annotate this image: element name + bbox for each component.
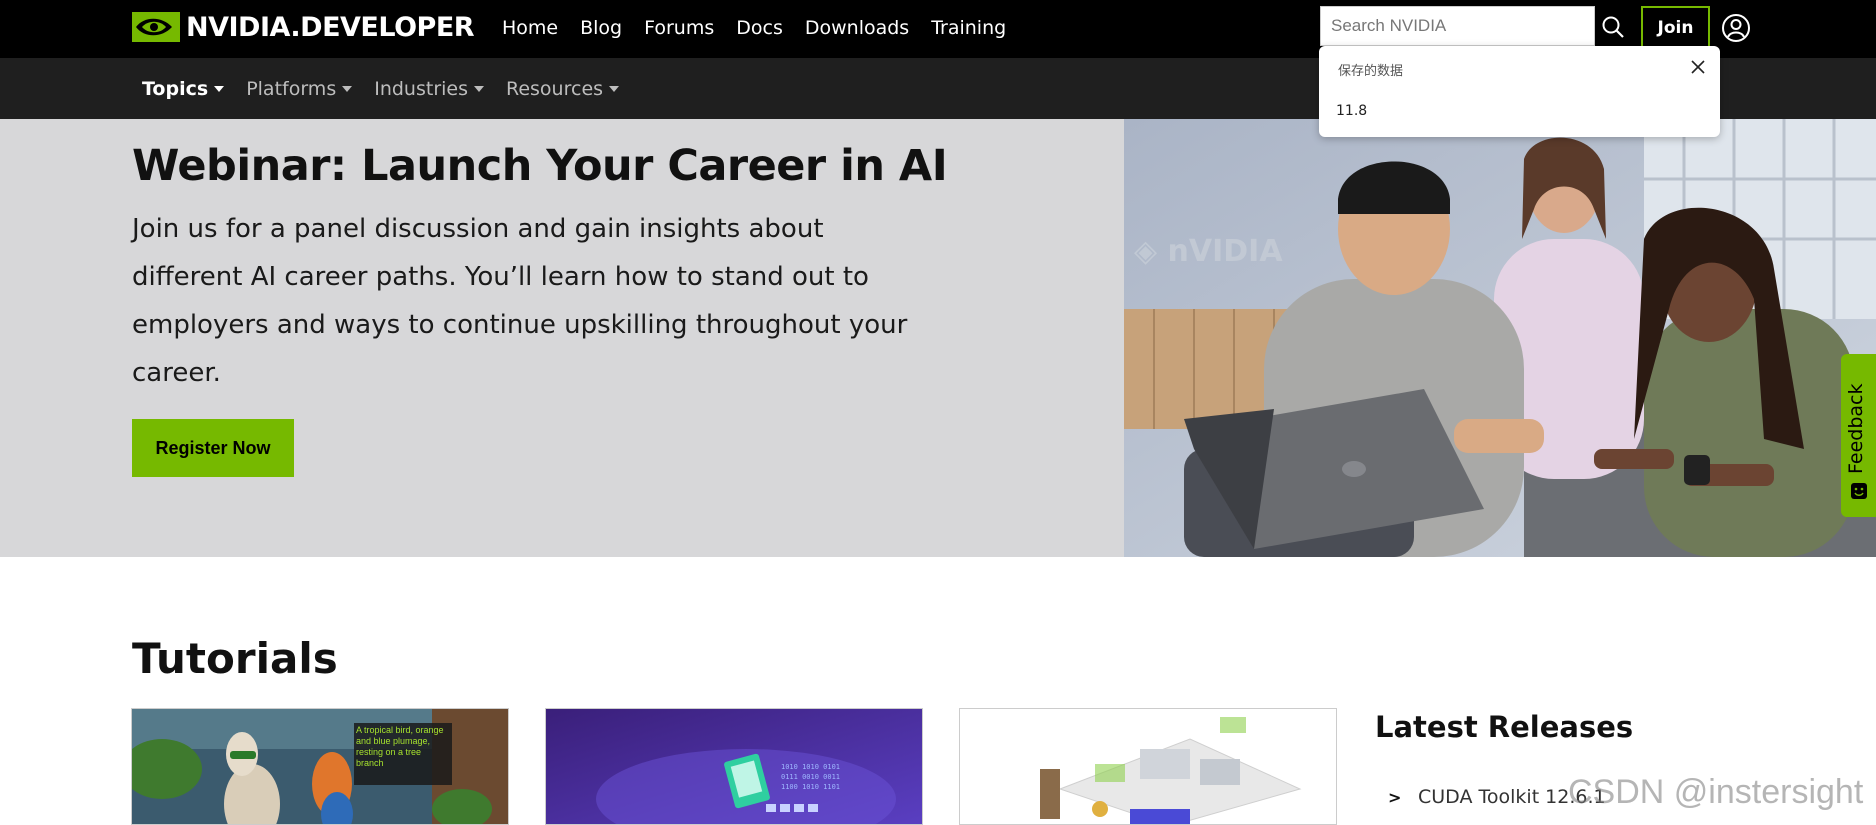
tutorials-heading: Tutorials (132, 634, 338, 683)
tutorial-card-office[interactable] (959, 708, 1337, 825)
svg-text:1100 1010 1101: 1100 1010 1101 (781, 783, 840, 791)
user-account-icon[interactable] (1721, 13, 1751, 43)
feedback-tab[interactable]: Feedback (1841, 354, 1876, 517)
tutorial-card-data[interactable]: 1010 1010 0101 0111 0010 0011 1100 1010 … (545, 708, 923, 825)
caret-down-icon (474, 85, 484, 92)
subnav-industries-label: Industries (374, 77, 468, 100)
caret-down-icon (214, 85, 225, 92)
nav-forums[interactable]: Forums (644, 17, 714, 39)
subnav-topics[interactable]: Topics (142, 77, 225, 100)
hero-title: Webinar: Launch Your Career in AI (132, 141, 948, 191)
nvidia-eye-icon (132, 12, 180, 42)
caret-down-icon (342, 85, 353, 92)
svg-text:◈ nVIDIA: ◈ nVIDIA (1134, 234, 1283, 269)
chevron-right-icon: > (1388, 788, 1402, 807)
nav-home[interactable]: Home (502, 17, 558, 39)
close-icon[interactable] (1689, 58, 1707, 76)
smiley-chat-icon (1851, 483, 1867, 499)
subnav-resources-label: Resources (506, 77, 604, 100)
subnav-topics-label: Topics (142, 77, 209, 100)
feedback-label: Feedback (1845, 383, 1867, 474)
card-caption: A tropical bird, orange and blue plumage… (356, 725, 444, 768)
logo-text: NVIDIA.DEVELOPER (186, 11, 475, 43)
nav-downloads[interactable]: Downloads (805, 17, 909, 39)
subnav-industries[interactable]: Industries (374, 78, 484, 100)
latest-releases-heading: Latest Releases (1375, 710, 1634, 744)
hero-banner: Webinar: Launch Your Career in AI Join u… (0, 119, 1876, 557)
tutorial-card-llama[interactable]: A tropical bird, orange and blue plumage… (131, 708, 509, 825)
search-icon[interactable] (1600, 14, 1626, 40)
watermark: CSDN @instersight (1568, 773, 1864, 811)
nav-training[interactable]: Training (931, 17, 1006, 39)
search-input[interactable] (1331, 16, 1594, 36)
nav-blog[interactable]: Blog (580, 17, 622, 39)
nvidia-logo[interactable]: NVIDIA.DEVELOPER (132, 11, 475, 43)
nav-docs[interactable]: Docs (736, 17, 783, 39)
dropdown-title: 保存的数据 (1338, 64, 1404, 79)
caret-down-icon (609, 85, 620, 92)
subnav-platforms-label: Platforms (246, 77, 337, 100)
hero-description: Join us for a panel discussion and gain … (132, 214, 908, 388)
search-box (1320, 6, 1595, 46)
register-now-button[interactable]: Register Now (132, 419, 294, 477)
saved-search-item[interactable]: 11.8 (1336, 103, 1367, 119)
top-nav: Home Blog Forums Docs Downloads Training (502, 0, 1028, 56)
hero-photo: ◈ nVIDIA (1124, 119, 1876, 557)
join-button[interactable]: Join (1641, 6, 1710, 49)
svg-text:0111 0010 0011: 0111 0010 0011 (781, 773, 840, 781)
search-history-dropdown: 保存的数据 11.8 (1319, 46, 1720, 137)
subnav-resources[interactable]: Resources (506, 77, 620, 100)
svg-text:1010 1010 0101: 1010 1010 0101 (781, 763, 840, 771)
subnav-platforms[interactable]: Platforms (246, 77, 353, 100)
